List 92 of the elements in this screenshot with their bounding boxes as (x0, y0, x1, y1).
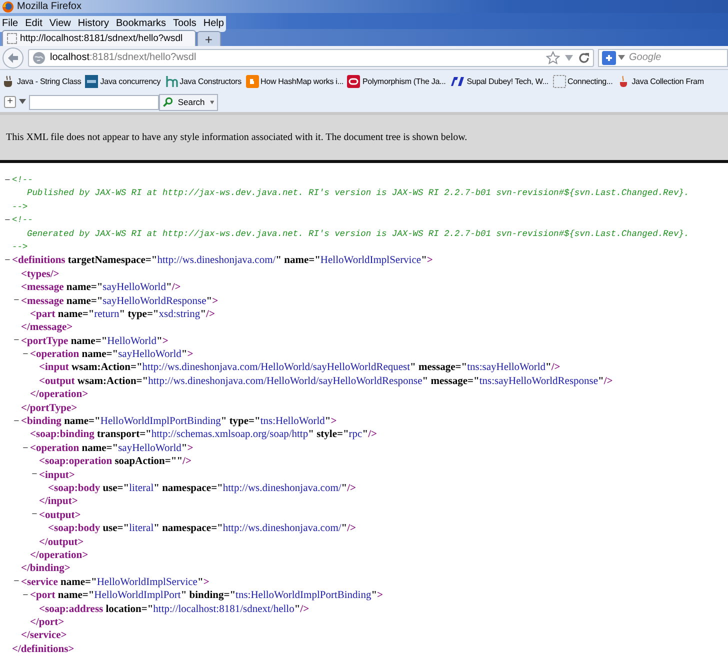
menu-item[interactable]: Bookmarks (116, 18, 166, 29)
collapse-toggle[interactable]: − (4, 176, 10, 186)
collapse-toggle[interactable]: − (14, 416, 20, 427)
xml-line: <output wsam:Action="http://ws.dineshonjava.com/HelloWorld/sayHelloWorldResponse" message="tns:sayHelloWorldResponse"/> (39, 374, 613, 388)
url-text: localhost:8181/sdnext/hello?wsdl (50, 52, 196, 63)
xml-line: <output> (39, 508, 81, 522)
xml-line: </service> (21, 629, 67, 643)
collapse-toggle[interactable]: − (22, 350, 28, 360)
reload-icon[interactable] (578, 52, 590, 64)
xml-line: </input> (39, 495, 78, 509)
curve-logo-icon (164, 74, 178, 88)
window-title: Mozilla Firefox (17, 1, 82, 12)
comment-marker: <!-- (12, 214, 33, 228)
slant-logo-icon (450, 74, 465, 88)
comment-text: Published by JAX-WS RI at http://jax-ws.dev.java.net. RI's version is JAX-WS RI 2.2.7-b01 svn-revision#${svn.Last.Changed.Rev}. (27, 187, 690, 200)
menu-item[interactable]: Edit (25, 18, 42, 29)
plus-logo-icon (602, 50, 616, 64)
new-tab-button[interactable]: + (196, 31, 221, 46)
blog-logo-icon (246, 74, 259, 88)
xml-line: </output> (39, 536, 84, 549)
page-icon (7, 33, 17, 44)
xml-line: </operation> (30, 548, 88, 562)
collapse-toggle[interactable]: − (32, 470, 38, 480)
comment-marker: --> (12, 200, 28, 214)
collapse-toggle[interactable]: − (32, 510, 38, 520)
xml-line: <service name="HelloWorldImplService"> (21, 576, 210, 590)
add-button[interactable]: + (4, 96, 16, 108)
collapse-toggle[interactable]: − (4, 256, 10, 266)
xml-line: <soap:operation soapAction=""/> (39, 455, 192, 469)
square-logo-icon (85, 74, 98, 88)
comment-text: Generated by JAX-WS RI at http://jax-ws.dev.java.net. RI's version is JAX-WS RI 2.2.7-b01 svn-revision#${svn.Last.Changed.Rev}. (27, 228, 690, 241)
bookmark[interactable]: Connecting... (552, 74, 613, 88)
menu-item[interactable]: History (78, 18, 109, 29)
collapse-toggle[interactable]: − (14, 577, 20, 588)
info-text: This XML file does not appear to have any style information associated with it. The document tree is shown below. (6, 132, 468, 143)
xml-line: <soap:address location="http://localhost:8181/sdnext/hello"/> (39, 602, 310, 616)
xml-line: </operation> (30, 388, 88, 402)
menu-item[interactable]: Help (203, 18, 224, 29)
dropdown-icon[interactable] (618, 54, 625, 60)
comment-marker: --> (12, 240, 28, 254)
xml-line: </binding> (21, 562, 70, 576)
bookmark[interactable]: Java Collection Fram (616, 74, 704, 88)
xml-line: <port name="HelloWorldImplPort" binding="tns:HelloWorldImplPortBinding"> (30, 589, 384, 603)
xml-line: <message name="sayHelloWorldResponse"> (21, 294, 218, 308)
collapse-toggle[interactable]: − (14, 336, 20, 346)
xml-line: <portType name="HelloWorld"> (21, 334, 168, 348)
xml-line: <binding name="HelloWorldImplPortBinding" type="tns:HelloWorld"> (21, 415, 337, 428)
back-icon[interactable] (2, 46, 24, 68)
menu-item[interactable]: Tools (173, 18, 196, 29)
page-icon (552, 74, 566, 88)
comment-marker: <!-- (12, 174, 33, 187)
xml-line: </portType> (21, 402, 78, 416)
menu-item[interactable]: File (2, 18, 18, 29)
search-icon (163, 95, 173, 109)
xml-line: <operation name="sayHelloWorld"> (30, 348, 194, 362)
xml-line: <input wsam:Action="http://ws.dineshonjava.com/HelloWorld/sayHelloWorldRequest" message="tns:sayHelloWorld"/> (39, 361, 560, 375)
collapse-toggle[interactable]: − (4, 216, 10, 226)
browser-tab[interactable]: http://localhost:8181/sdnext/hello?wsdl (2, 30, 196, 46)
xml-line: <operation name="sayHelloWorld"> (30, 442, 194, 456)
xml-line: </definitions> (12, 642, 74, 656)
bookmark[interactable]: Supal Dubey! Tech, W... (450, 74, 548, 88)
search-field[interactable]: Google (598, 48, 728, 66)
bookmark[interactable]: Java Constructors (164, 74, 242, 88)
search-button[interactable]: Search (159, 94, 218, 110)
xml-line: </port> (30, 616, 64, 630)
xml-line: <types/> (21, 268, 60, 282)
menu-item[interactable]: View (49, 18, 71, 29)
collapse-toggle[interactable]: − (22, 444, 28, 454)
globe-icon (32, 50, 46, 64)
globe-logo-icon (2, 0, 14, 12)
collapse-toggle[interactable]: − (14, 296, 20, 306)
xml-line: <message name="sayHelloWorld"/> (21, 281, 181, 295)
bookmark[interactable]: Java - String Class (2, 74, 82, 88)
dropdown-icon[interactable] (210, 100, 214, 104)
search-field[interactable] (29, 94, 159, 110)
cup-icon (2, 74, 15, 88)
xml-line: <definitions targetNamespace="http://ws.dineshonjava.com/" name="HelloWorldImplService"> (12, 254, 433, 268)
bookmark[interactable]: Java concurrency (85, 74, 161, 88)
star-icon[interactable] (546, 50, 560, 64)
xml-line: <soap:binding transport="http://schemas.xmlsoap.org/soap/http" style="rpc"/> (30, 428, 377, 442)
xml-line: <soap:body use="literal" namespace="http://ws.dineshonjava.com/"/> (48, 522, 356, 536)
xml-line: <soap:body use="literal" namespace="http://ws.dineshonjava.com/"/> (48, 482, 356, 496)
dropdown-icon[interactable] (19, 99, 26, 105)
address-bar[interactable]: localhost:8181/sdnext/hello?wsdl (28, 48, 594, 66)
bookmark[interactable]: Polymorphism (The Ja... (347, 74, 446, 88)
collapse-toggle[interactable]: − (22, 590, 28, 601)
xml-line: <part name="return" type="xsd:string"/> (30, 308, 215, 322)
xml-line: <input> (39, 468, 75, 482)
search-input[interactable]: Google (627, 52, 721, 63)
ring-logo-icon (347, 74, 360, 88)
xml-line: </message> (21, 321, 73, 335)
bookmark[interactable]: How HashMap works i... (246, 74, 344, 88)
